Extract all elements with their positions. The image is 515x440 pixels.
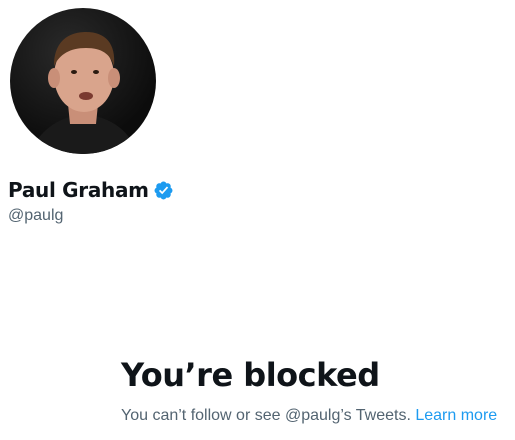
- verified-badge-icon[interactable]: [153, 180, 174, 201]
- learn-more-link[interactable]: Learn more: [415, 407, 497, 424]
- profile-display-name: Paul Graham: [8, 178, 174, 202]
- blocked-title: You’re blocked: [121, 356, 380, 394]
- avatar[interactable]: [8, 6, 158, 156]
- profile-handle: @paulg: [8, 207, 64, 224]
- blocked-message: You can’t follow or see @paulg’s Tweets.: [121, 407, 411, 424]
- profile-photo-illustration: [30, 32, 138, 154]
- profile-photo: [10, 8, 156, 154]
- display-name-text: Paul Graham: [8, 178, 149, 202]
- blocked-message-line: You can’t follow or see @paulg’s Tweets.…: [121, 407, 497, 425]
